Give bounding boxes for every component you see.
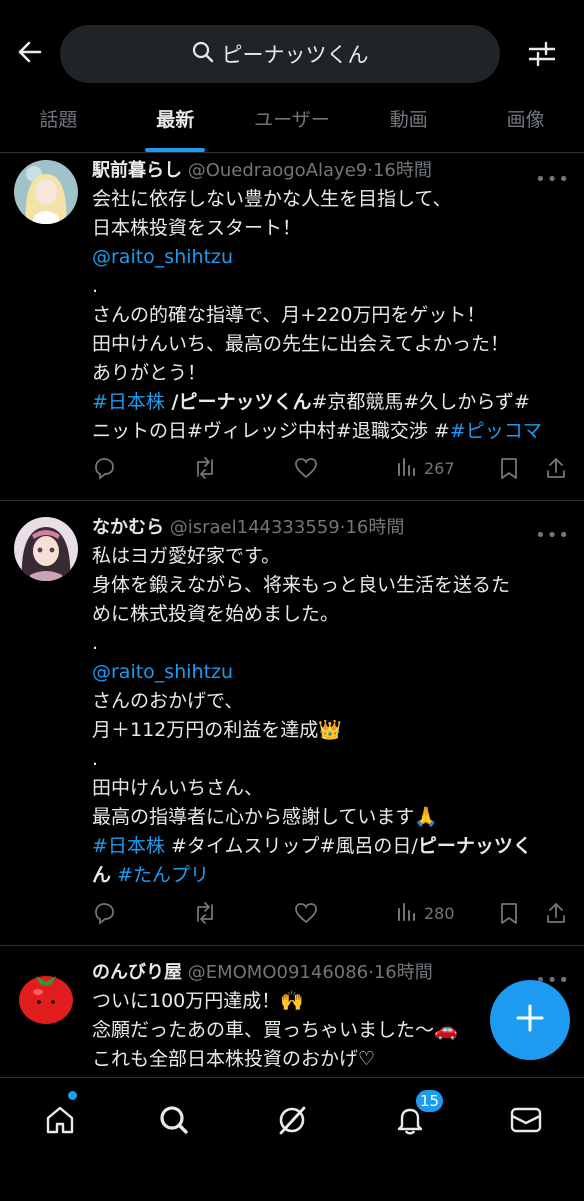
post[interactable]: ••• なかむら @israel144333559·16時間 私はヨガ愛好家です… (0, 501, 584, 946)
views-count[interactable]: 280 (396, 898, 455, 928)
post[interactable]: ••• 駅前暮らし @OuedraogoAlaye9·16時間 会社に依存しない… (0, 153, 584, 501)
search-query: ピーナッツくん (221, 43, 369, 67)
tab-users[interactable]: ユーザー (234, 98, 351, 152)
post-header: のんびり屋 @EMOMO09146086·16時間 (92, 962, 433, 983)
avatar[interactable] (14, 962, 78, 1026)
repost-icon[interactable] (192, 898, 218, 928)
tab-images[interactable]: 画像 (467, 98, 584, 152)
views-icon (396, 900, 418, 926)
bottom-nav (0, 1077, 584, 1201)
search-term-highlight: ピーナッツく (417, 835, 532, 857)
avatar[interactable] (14, 160, 78, 224)
back-arrow-icon[interactable] (12, 34, 48, 70)
hashtag-link[interactable]: #日本株 (92, 391, 165, 413)
mail-icon[interactable] (502, 1096, 550, 1144)
post-time: 16時間 (345, 517, 405, 538)
compose-button[interactable] (490, 980, 570, 1060)
share-icon[interactable] (545, 453, 567, 483)
hashtag-link[interactable]: #たんプリ (117, 864, 209, 886)
mention-link[interactable]: @raito_shihtzu (92, 246, 233, 268)
post-text: 私はヨガ愛好家です。 身体を鍛えながら、将来もっと良い生活を送るた めに株式投資… (92, 545, 532, 886)
post-time: 16時間 (373, 962, 433, 983)
post-time: 16時間 (372, 160, 432, 181)
repost-icon[interactable] (192, 453, 218, 483)
tab-bar: 話題 最新 ユーザー 動画 画像 (0, 98, 584, 153)
hashtag-link[interactable]: #ピッコマ (450, 420, 542, 442)
share-icon[interactable] (545, 898, 567, 928)
tab-trending[interactable]: 話題 (0, 98, 117, 152)
plus-icon (515, 1003, 545, 1037)
timeline: ••• 駅前暮らし @OuedraogoAlaye9·16時間 会社に依存しない… (0, 153, 584, 1077)
user-handle[interactable]: @OuedraogoAlaye9 (188, 160, 367, 181)
top-bar: ピーナッツくん (0, 0, 584, 104)
display-name[interactable]: のんびり屋 (92, 962, 182, 983)
views-count[interactable]: 267 (396, 453, 455, 483)
active-tab-indicator (145, 148, 206, 152)
like-icon[interactable] (294, 453, 318, 483)
search-term-highlight: ピーナッツくん (178, 391, 312, 413)
post-text: 会社に依存しない豊かな人生を目指して、 日本株投資をスタート！ @raito_s… (92, 188, 542, 442)
bookmark-icon[interactable] (498, 453, 520, 483)
user-handle[interactable]: @EMOMO09146086 (188, 962, 368, 983)
filter-icon[interactable] (524, 36, 560, 72)
display-name[interactable]: なかむら (92, 517, 164, 538)
home-icon[interactable] (36, 1096, 84, 1144)
notifications-badge: 15 (414, 1088, 446, 1114)
tab-videos[interactable]: 動画 (350, 98, 467, 152)
post-actions: 280 (92, 898, 570, 928)
like-icon[interactable] (294, 898, 318, 928)
search-input[interactable]: ピーナッツくん (60, 25, 500, 83)
unread-dot (68, 1091, 77, 1100)
bookmark-icon[interactable] (498, 898, 520, 928)
avatar[interactable] (14, 517, 78, 581)
tab-latest[interactable]: 最新 (117, 98, 234, 152)
user-handle[interactable]: @israel144333559 (170, 517, 340, 538)
search-icon[interactable] (150, 1096, 198, 1144)
grok-icon[interactable] (268, 1096, 316, 1144)
display-name[interactable]: 駅前暮らし (92, 160, 182, 181)
post-header: なかむら @israel144333559·16時間 (92, 517, 405, 538)
views-icon (396, 455, 418, 481)
mention-link[interactable]: @raito_shihtzu (92, 661, 233, 683)
post-header: 駅前暮らし @OuedraogoAlaye9·16時間 (92, 160, 432, 181)
hashtag-link[interactable]: #日本株 (92, 835, 165, 857)
reply-icon[interactable] (92, 453, 116, 483)
search-icon (192, 41, 214, 67)
post-actions: 267 (92, 453, 570, 483)
reply-icon[interactable] (92, 898, 116, 928)
